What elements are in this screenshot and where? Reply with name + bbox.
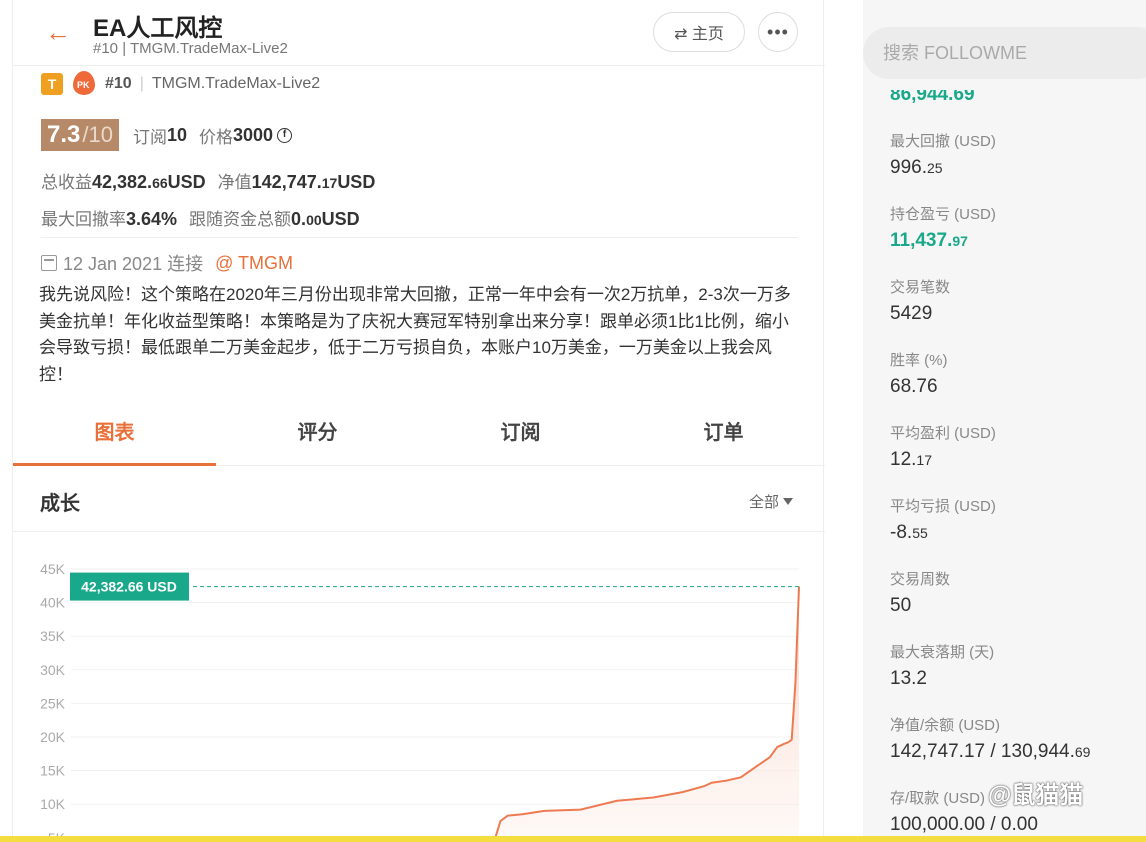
connect-date: 12 Jan 2021 连接: [63, 254, 204, 274]
stat-value: -8.55: [890, 522, 928, 543]
total-profit-unit: USD: [167, 172, 206, 192]
y-tick-label: 20K: [40, 729, 66, 745]
score-row: 7.3/10 订阅 10 价格 3000 f: [41, 119, 293, 151]
price-value: 3000: [233, 124, 274, 145]
stat-value: 996.25: [890, 157, 943, 178]
server-label: TMGM.TradeMax-Live2: [151, 75, 321, 92]
equity-unit: USD: [337, 172, 376, 192]
y-tick-label: 45K: [40, 561, 66, 577]
separator: |: [139, 75, 144, 92]
range-selector[interactable]: 全部: [749, 491, 794, 512]
stat-label: 胜率 (%): [890, 352, 948, 369]
tab-rating[interactable]: 评分: [216, 406, 419, 465]
cut-off-value: 86,944.69: [890, 90, 975, 105]
stat-value: 50: [890, 595, 912, 616]
broker-link[interactable]: @ TMGM: [215, 253, 293, 274]
coin-icon: f: [277, 127, 293, 143]
stat-label: 最大衰落期 (天): [890, 644, 995, 661]
stat-label: 净值/余额 (USD): [890, 717, 1000, 734]
growth-title: 成长: [40, 493, 80, 515]
price-label: 价格: [199, 127, 233, 147]
score-badge: 7.3/10: [41, 119, 119, 151]
drawdown-row: 最大回撤率 3.64% 跟随资金总额 0. 00 USD: [41, 205, 360, 230]
stat-value: 13.2: [890, 668, 927, 689]
follow-funds-int: 0.: [291, 209, 307, 229]
top-bar: ← EA人工风控 #10 | TMGM.TradeMax-Live2 ⇄ 主页 …: [13, 0, 825, 66]
tab-chart[interactable]: 图表: [13, 406, 216, 466]
bottom-bar: [0, 836, 1146, 842]
more-options-icon[interactable]: •••: [758, 12, 798, 52]
y-tick-label: 10K: [40, 796, 66, 812]
search-input[interactable]: 搜索 FOLLOWME: [863, 27, 1146, 79]
subscribe-count: 10: [166, 124, 187, 145]
current-value-label: 42,382.66 USD: [81, 579, 177, 595]
subscribe-label: 订阅: [132, 127, 167, 147]
drawdown-label: 最大回撤率: [41, 210, 126, 229]
stat-value: 11,437.97: [890, 230, 968, 251]
rank-label: #10: [105, 75, 132, 92]
page-title: EA人工风控: [93, 15, 223, 42]
stat-label: 平均盈利 (USD): [890, 425, 996, 442]
equity-int: 142,747.: [251, 172, 322, 192]
broker-t-icon: T: [41, 73, 63, 95]
caret-down-icon: [783, 498, 794, 505]
follow-funds-label: 跟随资金总额: [189, 210, 292, 229]
home-button[interactable]: ⇄ 主页: [653, 12, 745, 52]
y-tick-label: 35K: [40, 628, 66, 644]
stats-list: 86,944.69 最大回撤 (USD) 996.25 持仓盈亏 (USD) 11,4…: [890, 90, 1140, 842]
total-profit-dec: 66: [152, 175, 168, 191]
y-tick-label: 15K: [40, 763, 66, 779]
stat-label: 持仓盈亏 (USD): [890, 206, 996, 223]
stat-value: 68.76: [890, 376, 938, 397]
watermark: @鼠猫猫: [988, 782, 1084, 809]
page-subtitle: #10 | TMGM.TradeMax-Live2: [93, 40, 288, 57]
follow-funds-unit: USD: [321, 209, 360, 229]
main-panel: ← EA人工风控 #10 | TMGM.TradeMax-Live2 ⇄ 主页 …: [12, 0, 825, 842]
drawdown-value: 3.64%: [126, 209, 178, 229]
follow-funds-dec: 00: [306, 212, 322, 228]
tab-bar: 图表 评分 订阅 订单: [13, 406, 825, 466]
tab-orders[interactable]: 订单: [622, 406, 825, 465]
badge-row: T PK #10 | TMGM.TradeMax-Live2: [41, 71, 321, 97]
stat-label: 交易笔数: [890, 279, 951, 296]
stat-value: 142,747.17 / 130,944.69: [890, 741, 1091, 762]
tab-subscribe[interactable]: 订阅: [419, 406, 622, 465]
pk-flame-icon: PK: [71, 71, 97, 97]
profit-row: 总收益 42,382. 66 USD 净值 142,747. 17 USD: [41, 168, 375, 193]
right-panel: 搜索 FOLLOWME 86,944.69 最大回撤 (USD) 996.25 持仓…: [863, 0, 1146, 842]
stat-label: 交易周数: [890, 571, 951, 588]
growth-chart: 45K40K35K30K25K20K15K10K5K42,382.66 USD: [40, 561, 800, 842]
strategy-description: 我先说风险！这个策略在2020年三月份出现非常大回撤，正常一年中会有一次2万抗单…: [39, 285, 791, 384]
growth-header: 成长 全部: [13, 467, 825, 532]
equity-label: 净值: [217, 173, 252, 192]
connect-row: 12 Jan 2021 连接 @ TMGM: [41, 250, 293, 276]
stat-value: 12.17: [890, 449, 932, 470]
back-arrow-icon[interactable]: ←: [45, 18, 75, 46]
equity-dec: 17: [321, 175, 338, 191]
stat-value: 5429: [890, 303, 933, 324]
y-tick-label: 40K: [40, 595, 66, 611]
total-profit-int: 42,382.: [92, 172, 153, 192]
series-area: [493, 586, 799, 842]
calendar-icon: [41, 255, 57, 271]
divider: [41, 237, 798, 238]
y-tick-label: 25K: [40, 695, 66, 711]
stat-label: 平均亏损 (USD): [890, 498, 996, 515]
stat-label: 最大回撤 (USD): [890, 133, 996, 150]
total-profit-label: 总收益: [41, 173, 92, 192]
y-tick-label: 30K: [40, 662, 66, 678]
